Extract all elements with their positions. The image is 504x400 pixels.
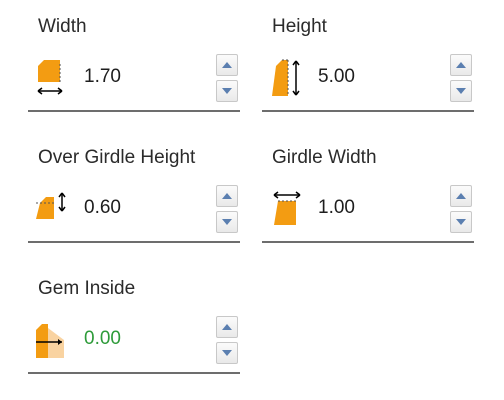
height-icon <box>266 58 302 98</box>
gem-inside-field: Gem Inside 0.00 <box>28 278 240 378</box>
chevron-down-icon <box>222 350 232 356</box>
height-decrement-button[interactable] <box>450 80 472 102</box>
width-value[interactable]: 1.70 <box>84 66 121 88</box>
width-decrement-button[interactable] <box>216 80 238 102</box>
over-girdle-height-decrement-button[interactable] <box>216 211 238 233</box>
width-increment-button[interactable] <box>216 54 238 76</box>
gem-inside-decrement-button[interactable] <box>216 342 238 364</box>
over-girdle-height-increment-button[interactable] <box>216 185 238 207</box>
girdle-width-field: Girdle Width 1.00 <box>262 147 474 247</box>
chevron-down-icon <box>456 88 466 94</box>
chevron-up-icon <box>222 324 232 330</box>
width-underline <box>28 110 240 112</box>
over-girdle-height-field: Over Girdle Height 0.60 <box>28 147 240 247</box>
width-label: Width <box>38 16 87 37</box>
chevron-up-icon <box>456 62 466 68</box>
height-spinner <box>450 54 474 106</box>
girdle-width-increment-button[interactable] <box>450 185 472 207</box>
chevron-up-icon <box>456 193 466 199</box>
over-girdle-height-underline <box>28 241 240 243</box>
width-spinner <box>216 54 240 106</box>
width-icon <box>32 58 68 98</box>
chevron-down-icon <box>222 88 232 94</box>
over-girdle-height-row: 0.60 <box>28 185 240 243</box>
gem-inside-label: Gem Inside <box>38 278 136 299</box>
chevron-down-icon <box>456 219 466 225</box>
girdle-width-value[interactable]: 1.00 <box>318 197 355 219</box>
width-row: 1.70 <box>28 54 240 112</box>
over-girdle-height-spinner <box>216 185 240 237</box>
height-increment-button[interactable] <box>450 54 472 76</box>
gem-inside-row: 0.00 <box>28 316 240 374</box>
girdle-width-label: Girdle Width <box>272 147 377 168</box>
height-field: Height 5.00 <box>262 16 474 116</box>
girdle-width-spinner <box>450 185 474 237</box>
height-value[interactable]: 5.00 <box>318 66 355 88</box>
chevron-up-icon <box>222 193 232 199</box>
gem-inside-underline <box>28 372 240 374</box>
girdle-width-row: 1.00 <box>262 185 474 243</box>
width-field: Width 1.70 <box>28 16 240 116</box>
over-girdle-height-value[interactable]: 0.60 <box>84 197 121 219</box>
over-girdle-height-icon <box>32 189 68 229</box>
height-label: Height <box>272 16 327 37</box>
height-row: 5.00 <box>262 54 474 112</box>
chevron-up-icon <box>222 62 232 68</box>
girdle-width-decrement-button[interactable] <box>450 211 472 233</box>
chevron-down-icon <box>222 219 232 225</box>
gem-inside-spinner <box>216 316 240 368</box>
girdle-width-underline <box>262 241 474 243</box>
gem-inside-icon <box>32 320 68 360</box>
height-underline <box>262 110 474 112</box>
girdle-width-icon <box>266 189 302 229</box>
over-girdle-height-label: Over Girdle Height <box>38 147 196 168</box>
gem-inside-increment-button[interactable] <box>216 316 238 338</box>
gem-inside-value[interactable]: 0.00 <box>84 328 121 350</box>
